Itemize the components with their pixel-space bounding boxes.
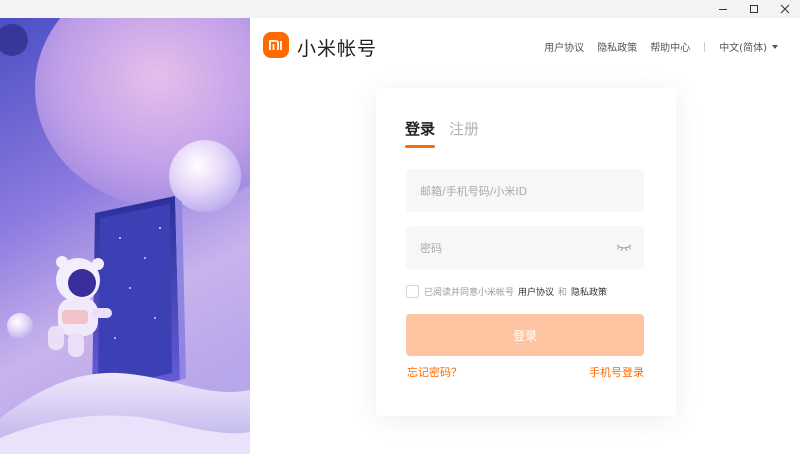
login-card: 登录 注册 邮箱/手机号码/小米ID 密码 已阅读并同意小米帐号 用户协议 和 …	[376, 88, 676, 416]
language-selector[interactable]: 中文(简体)	[719, 39, 778, 54]
account-placeholder: 邮箱/手机号码/小米ID	[420, 184, 528, 198]
login-button[interactable]: 登录	[406, 314, 644, 356]
phone-login-link[interactable]: 手机号登录	[589, 364, 644, 380]
xiaomi-logo	[263, 32, 289, 58]
close-button[interactable]	[772, 0, 798, 18]
password-placeholder: 密码	[420, 241, 442, 255]
eye-closed-icon[interactable]	[616, 241, 632, 253]
active-tab-indicator	[405, 145, 435, 148]
forgot-password-link[interactable]: 忘记密码？	[407, 364, 462, 380]
agree-user-agreement-link[interactable]: 用户协议	[518, 285, 554, 298]
mi-logo-icon	[269, 40, 282, 50]
minimize-button[interactable]	[710, 0, 736, 18]
password-input[interactable]: 密码	[406, 226, 644, 269]
window-title-bar	[0, 0, 800, 18]
agree-checkbox[interactable]	[406, 285, 419, 298]
chevron-down-icon	[772, 44, 778, 49]
user-agreement-link[interactable]: 用户协议	[544, 39, 584, 54]
agree-text: 已阅读并同意小米帐号	[424, 288, 515, 298]
top-navigation: 用户协议 隐私政策 帮助中心 中文(简体)	[531, 39, 778, 54]
language-label: 中文(简体)	[719, 43, 767, 54]
account-input[interactable]: 邮箱/手机号码/小米ID	[406, 169, 644, 212]
maximize-icon	[750, 5, 758, 13]
tab-login-label: 登录	[405, 120, 436, 138]
tab-register-label: 注册	[449, 120, 480, 138]
minimize-icon	[719, 8, 727, 10]
login-tabs: 登录 注册	[405, 118, 493, 148]
help-center-link[interactable]: 帮助中心	[650, 39, 690, 54]
tab-register[interactable]: 注册	[449, 118, 479, 139]
maximize-button[interactable]	[741, 0, 767, 18]
tab-login[interactable]: 登录	[405, 118, 436, 148]
brand-name: 小米帐号	[297, 38, 378, 60]
agreement-row: 已阅读并同意小米帐号 用户协议 和 隐私政策	[406, 285, 611, 298]
divider	[704, 41, 706, 52]
agree-privacy-policy-link[interactable]: 隐私政策	[571, 285, 607, 298]
agree-and-text: 和	[558, 288, 568, 298]
close-icon	[780, 4, 790, 14]
privacy-policy-link[interactable]: 隐私政策	[597, 39, 637, 54]
astronaut-illustration	[0, 18, 250, 454]
